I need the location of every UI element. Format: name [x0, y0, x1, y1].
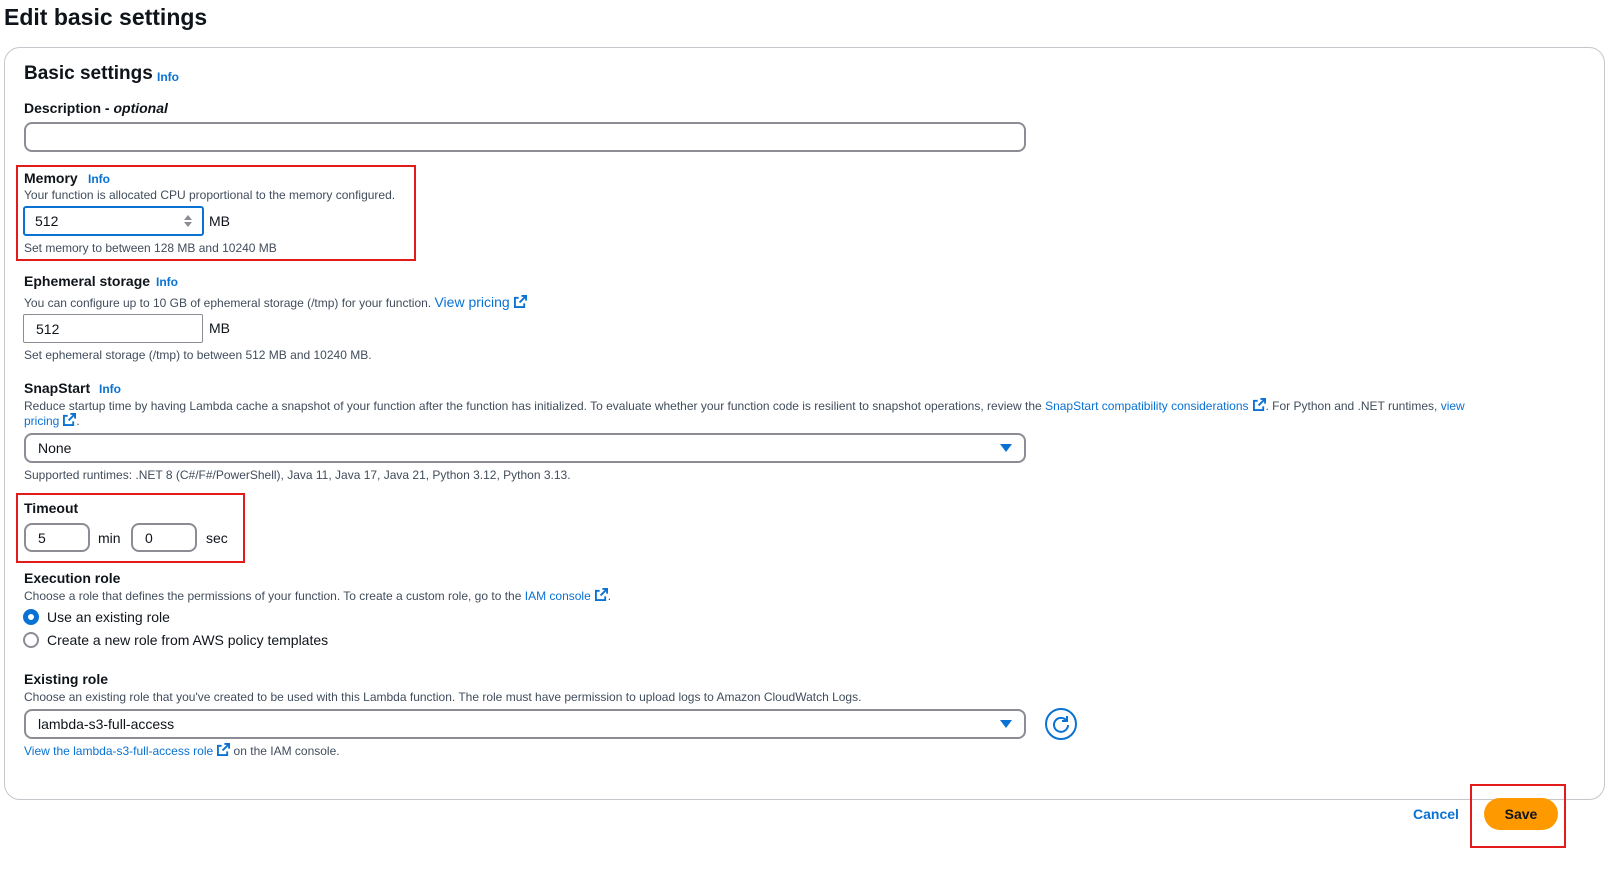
existing-role-description: Choose an existing role that you've crea…: [24, 690, 862, 704]
execution-role-description-text: Choose a role that defines the permissio…: [24, 589, 522, 603]
description-label: Description - optional: [24, 100, 168, 116]
save-button[interactable]: Save: [1484, 798, 1558, 830]
snapstart-pricing-text: pricing: [24, 414, 60, 428]
external-link-icon: [594, 588, 608, 601]
timeout-seconds-input[interactable]: 0: [131, 523, 197, 552]
iam-console-link[interactable]: IAM console: [524, 588, 608, 603]
snapstart-selected-value: None: [38, 440, 72, 456]
snapstart-view-pricing-link[interactable]: view: [1441, 399, 1465, 413]
ephemeral-input[interactable]: 512: [23, 314, 203, 343]
page-title: Edit basic settings: [4, 4, 208, 30]
snapstart-pricing-link[interactable]: pricing: [24, 413, 77, 428]
snapstart-compatibility-link[interactable]: SnapStart compatibility considerations: [1045, 398, 1266, 413]
execution-role-label: Execution role: [24, 570, 121, 586]
radio-new-role-label[interactable]: Create a new role from AWS policy templa…: [47, 632, 328, 648]
existing-role-selected-value: lambda-s3-full-access: [38, 716, 175, 732]
memory-stepper-icon[interactable]: [184, 215, 192, 227]
radio-new-role[interactable]: [23, 632, 39, 648]
external-link-icon: [63, 413, 77, 426]
caret-down-icon: [1000, 720, 1012, 728]
caret-down-icon: [1000, 444, 1012, 452]
memory-input[interactable]: 512: [23, 206, 204, 236]
snapstart-info-link[interactable]: Info: [99, 382, 121, 396]
execution-role-description-end: .: [607, 589, 612, 603]
snapstart-select[interactable]: None: [24, 433, 1026, 463]
ephemeral-unit: MB: [209, 320, 230, 336]
iam-console-text: IAM console: [524, 589, 591, 603]
snapstart-label: SnapStart: [24, 380, 91, 396]
existing-role-label: Existing role: [24, 671, 109, 687]
view-pricing-text: View pricing: [434, 294, 510, 310]
timeout-seconds-unit: sec: [206, 530, 228, 546]
memory-label: Memory: [24, 170, 78, 186]
snapstart-description-text-2: . For Python and .NET runtimes,: [1265, 399, 1438, 413]
external-link-icon: [217, 743, 231, 756]
existing-role-footer: View the lambda-s3-full-access role on t…: [24, 743, 340, 758]
snapstart-hint: Supported runtimes: .NET 8 (C#/F#/PowerS…: [24, 468, 571, 482]
radio-existing-role[interactable]: [23, 609, 39, 625]
view-role-suffix: on the IAM console.: [233, 744, 340, 758]
timeout-label: Timeout: [24, 500, 79, 516]
timeout-minutes-unit: min: [98, 530, 121, 546]
external-link-icon: [1252, 398, 1266, 411]
description-optional-text: optional: [113, 100, 168, 116]
memory-hint: Set memory to between 128 MB and 10240 M…: [24, 241, 277, 255]
memory-description: Your function is allocated CPU proportio…: [24, 188, 396, 202]
section-info-link[interactable]: Info: [157, 70, 179, 84]
timeout-minutes-input[interactable]: 5: [24, 523, 90, 552]
view-role-text: View the lambda-s3-full-access role: [24, 744, 214, 758]
settings-container: [4, 47, 1605, 800]
view-pricing-link[interactable]: View pricing: [434, 294, 527, 310]
snapstart-description-line2: pricing.: [24, 413, 80, 428]
snapstart-compatibility-text: SnapStart compatibility considerations: [1045, 399, 1249, 413]
execution-role-description: Choose a role that defines the permissio…: [24, 588, 611, 603]
description-label-text: Description: [24, 100, 102, 116]
ephemeral-hint: Set ephemeral storage (/tmp) to between …: [24, 348, 372, 362]
memory-value: 512: [35, 213, 59, 229]
radio-existing-role-label[interactable]: Use an existing role: [47, 609, 170, 625]
description-input[interactable]: [24, 122, 1026, 152]
snapstart-description-end: .: [76, 414, 80, 428]
view-role-link[interactable]: View the lambda-s3-full-access role: [24, 743, 231, 758]
cancel-button[interactable]: Cancel: [1413, 806, 1459, 822]
ephemeral-description: You can configure up to 10 GB of ephemer…: [24, 294, 527, 310]
section-title: Basic settings: [24, 63, 153, 84]
snapstart-description: Reduce startup time by having Lambda cac…: [24, 398, 1465, 413]
ephemeral-info-link[interactable]: Info: [156, 275, 178, 289]
refresh-button[interactable]: [1045, 708, 1077, 740]
existing-role-select[interactable]: lambda-s3-full-access: [24, 709, 1026, 739]
ephemeral-label: Ephemeral storage: [24, 273, 151, 289]
refresh-icon: [1053, 716, 1069, 733]
memory-unit: MB: [209, 213, 230, 229]
external-link-icon: [513, 295, 527, 308]
ephemeral-description-text: You can configure up to 10 GB of ephemer…: [24, 296, 432, 310]
memory-info-link[interactable]: Info: [88, 172, 110, 186]
snapstart-description-text: Reduce startup time by having Lambda cac…: [24, 399, 1042, 413]
